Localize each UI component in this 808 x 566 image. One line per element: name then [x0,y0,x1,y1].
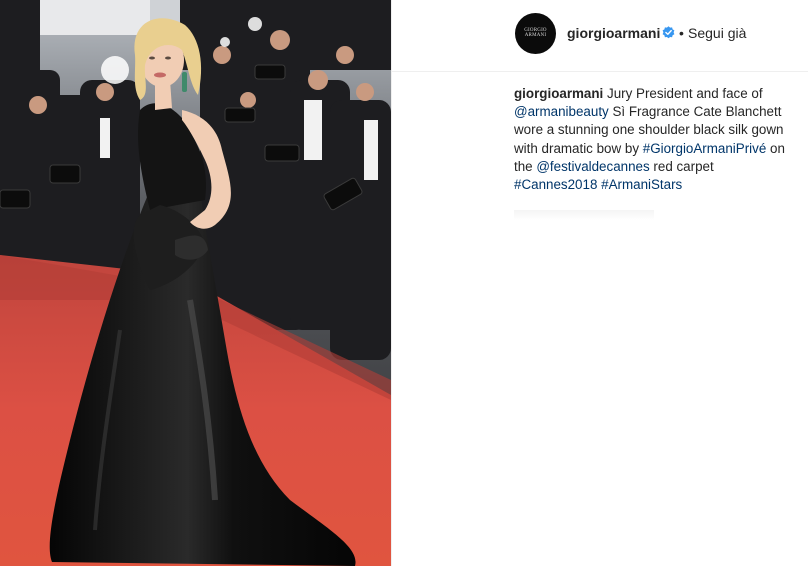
red-carpet-photo [0,0,391,566]
post-header: GIORGIO ARMANI giorgioarmani • Segui già [392,0,808,72]
post-details-panel: GIORGIO ARMANI giorgioarmani • Segui già… [392,0,808,566]
caption-overflow-fade [514,210,654,220]
avatar-logo-text: GIORGIO ARMANI [524,28,547,38]
caption-text: red carpet [649,158,714,174]
mention-armanibeauty-link[interactable]: @armanibeauty [514,104,609,119]
caption-username-link[interactable]: giorgioarmani [514,86,603,101]
following-button[interactable]: Segui già [688,25,746,41]
hashtag-armanistars-link[interactable]: #ArmaniStars [601,177,682,192]
header-separator: • [679,25,684,41]
post-photo[interactable] [0,0,391,566]
avatar[interactable]: GIORGIO ARMANI [515,13,556,54]
hashtag-giorgioarmaniprive-link[interactable]: #GiorgioArmaniPrivé [643,141,767,156]
hashtag-cannes2018-link[interactable]: #Cannes2018 [514,177,597,192]
header-username-link[interactable]: giorgioarmani [567,25,660,41]
post-caption: giorgioarmani Jury President and face of… [514,85,794,194]
mention-festivaldecannes-link[interactable]: @festivaldecannes [536,159,649,174]
verified-badge-icon [662,26,675,39]
caption-text: Jury President and face of [603,86,763,101]
instagram-post: GIORGIO ARMANI giorgioarmani • Segui già… [0,0,808,566]
